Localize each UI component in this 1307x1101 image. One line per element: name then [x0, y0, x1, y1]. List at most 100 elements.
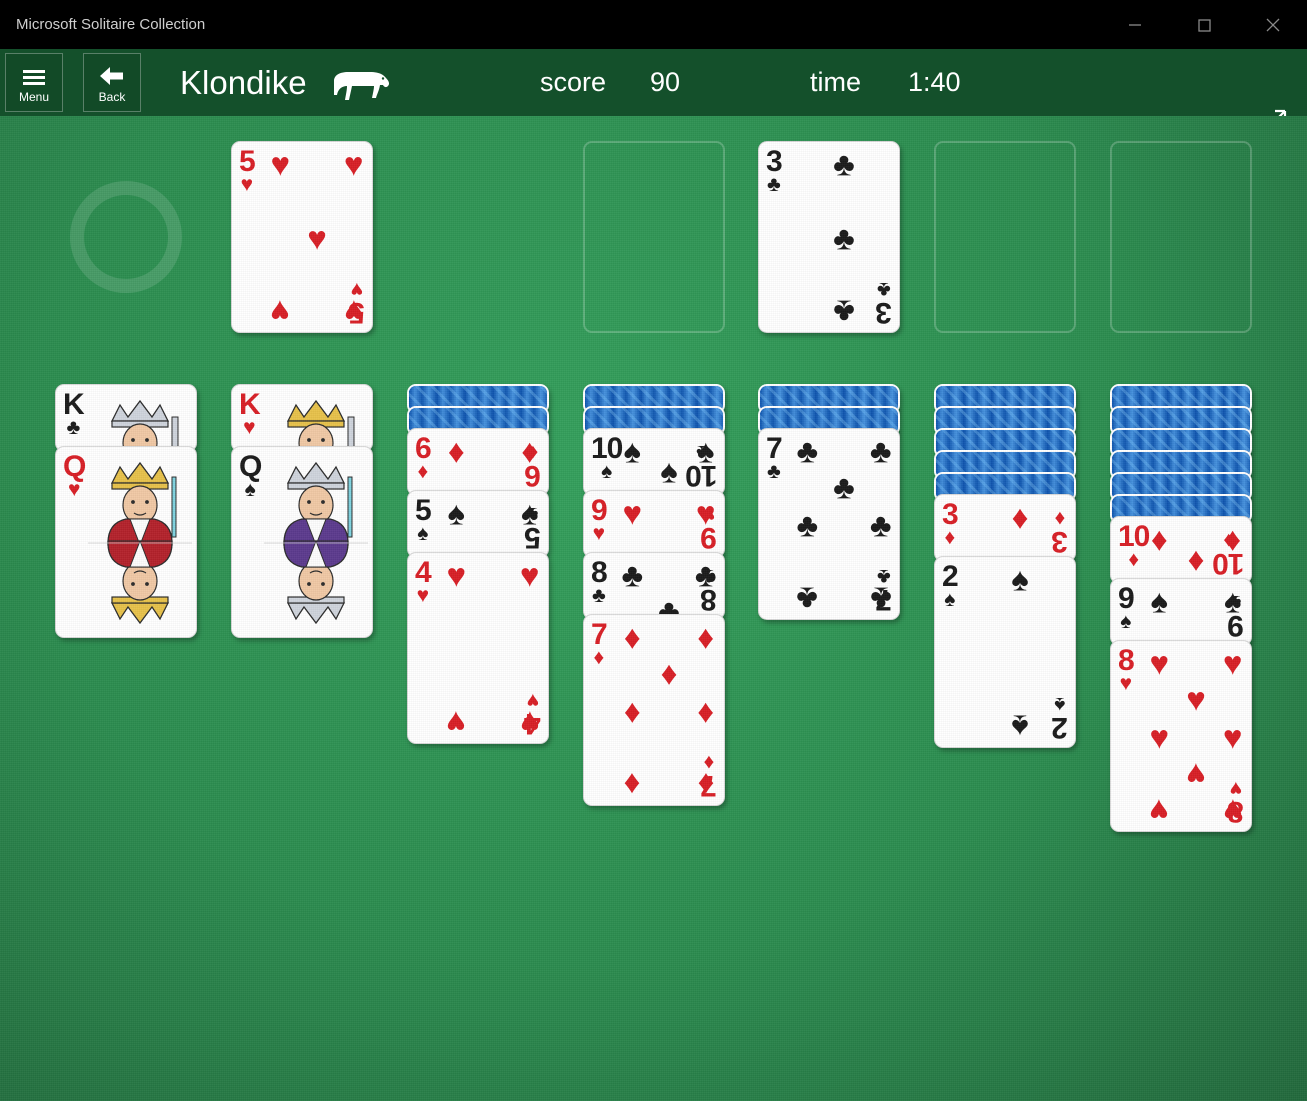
court-card-art — [262, 391, 370, 451]
card-pips: ♦♦♦♦♦♦ — [442, 432, 544, 495]
card-4-hearts[interactable]: 4 ♥ 4 ♥ ♥ ♥ ♥ ♥ — [407, 552, 549, 744]
card-7-diamonds[interactable]: 7 ♦ 7 ♦ ♦ ♦ ♦ ♦ ♦ ♦ ♦ — [583, 614, 725, 806]
card-index-top-left: 5 ♠ — [415, 494, 432, 545]
menu-button-label: Menu — [18, 89, 50, 104]
pip: ♥ — [1222, 718, 1243, 756]
card-2-spades[interactable]: 2 ♠ 2 ♠ ♠ ♠ — [934, 556, 1076, 748]
pip: ♠ — [696, 432, 715, 470]
pip: ♣ — [694, 556, 717, 594]
score-value: 90 — [650, 67, 681, 97]
pip: ♥ — [1186, 680, 1206, 718]
pip: ♥ — [446, 556, 467, 594]
card-q-spades[interactable]: Q♠Q♠ — [231, 446, 373, 638]
card-8-clubs[interactable]: 8♣8♣♣♣♣♣♣♣♣♣ — [583, 552, 725, 620]
card-pips: ♠♠♠♠♠♠♠♠♠ — [1145, 582, 1247, 645]
card-k-hearts[interactable]: K♥K♥ — [231, 384, 373, 452]
solitaire-app-window: Microsoft Solitaire Collection Menu Back… — [0, 0, 1307, 1101]
card-pips: ♥ ♥ ♥ ♥ ♥ ♥ ♥ ♥ — [1145, 644, 1247, 830]
card-index-top-left: Q ♠ — [239, 450, 262, 501]
menu-button[interactable]: Menu — [5, 53, 63, 112]
card-7-clubs[interactable]: 7 ♣ 7 ♣ ♣ ♣ ♣ ♣ ♣ ♣ ♣ — [758, 428, 900, 620]
card-pips: ♠♠♠♠♠♠♠♠♠♠ — [618, 432, 720, 495]
pip: ♥ — [446, 704, 467, 742]
card-10-diamonds[interactable]: 10♦10♦♦♦♦♦♦♦♦♦♦♦ — [1110, 516, 1252, 584]
maximize-button[interactable] — [1169, 0, 1238, 49]
close-button[interactable] — [1238, 0, 1307, 49]
card-3-clubs[interactable]: 3 ♣ 3 ♣ ♣ ♣ ♣ — [758, 141, 900, 333]
pip: ♠ — [1011, 708, 1029, 746]
pip: ♦ — [521, 432, 539, 470]
card-pips: ♥ ♥ ♥ ♥ — [442, 556, 544, 742]
pip: ♣ — [833, 468, 855, 506]
foundation-slot-4[interactable] — [1110, 141, 1252, 333]
card-index-top-left: 7 ♣ — [766, 432, 783, 483]
card-k-clubs[interactable]: K♣K♣ — [55, 384, 197, 452]
maximize-icon — [1197, 18, 1211, 32]
card-10-spades[interactable]: 10♠10♠♠♠♠♠♠♠♠♠♠♠ — [583, 428, 725, 496]
pip: ♦ — [623, 692, 641, 730]
court-card-art — [86, 453, 194, 633]
card-6-diamonds[interactable]: 6♦6♦♦♦♦♦♦♦ — [407, 428, 549, 496]
card-9-spades[interactable]: 9♠9♠♠♠♠♠♠♠♠♠♠ — [1110, 578, 1252, 646]
card-index-top-left: 9 ♥ — [591, 494, 608, 545]
court-card-art — [86, 391, 194, 451]
card-index-top-left: K ♥ — [239, 388, 261, 439]
pip: ♣ — [869, 580, 892, 618]
foundation-slot-3[interactable] — [934, 141, 1076, 333]
card-8-hearts[interactable]: 8 ♥ 8 ♥ ♥ ♥ ♥ ♥ ♥ ♥ ♥ ♥ — [1110, 640, 1252, 832]
card-index-top-left: 3 ♣ — [766, 145, 783, 196]
pip: ♦ — [1011, 498, 1029, 536]
pip: ♣ — [796, 506, 819, 544]
foundation-slot-1[interactable] — [583, 141, 725, 333]
back-button[interactable]: Back — [83, 53, 141, 112]
card-index-top-left: 8 ♥ — [1118, 644, 1135, 695]
pip: ♣ — [869, 432, 892, 470]
card-9-hearts[interactable]: 9♥9♥♥♥♥♥♥♥♥♥♥ — [583, 490, 725, 558]
card-3-diamonds[interactable]: 3♦3♦♦♦♦ — [934, 494, 1076, 562]
stock-pile-empty[interactable] — [70, 181, 182, 293]
pip: ♥ — [622, 494, 643, 532]
close-icon — [1266, 18, 1279, 31]
card-pips: ♥♥♥♥♥♥♥♥♥ — [618, 494, 720, 557]
pip: ♠ — [660, 452, 678, 490]
pip: ♥ — [1186, 756, 1206, 794]
card-index-top-left: Q ♥ — [63, 450, 86, 501]
pip: ♦ — [697, 766, 715, 804]
card-pips: ♠ ♠ — [969, 563, 1071, 746]
score-label: score — [540, 67, 607, 97]
card-pips: ♣♣♣♣♣♣♣♣ — [618, 556, 720, 619]
card-5-hearts[interactable]: 5 ♥ 5 ♥ ♥ ♥ ♥ ♥ ♥ — [231, 141, 373, 333]
pip: ♥ — [1222, 644, 1243, 682]
card-index-top-left: 9 ♠ — [1118, 582, 1135, 633]
pip: ♣ — [796, 432, 819, 470]
back-button-label: Back — [98, 89, 126, 104]
card-pips: ♦♦♦ — [969, 498, 1071, 561]
pip: ♦ — [623, 766, 641, 804]
pip: ♣ — [869, 506, 892, 544]
card-index-top-left: 7 ♦ — [591, 618, 608, 669]
game-table: 5♥5♥♥♥♥♥♥3♣3♣♣♣♣K♣K♣ — [0, 116, 1307, 1101]
card-q-hearts[interactable]: Q♥Q♥ — [55, 446, 197, 638]
pip: ♥ — [1149, 644, 1170, 682]
card-index-top-left: 5 ♥ — [239, 145, 256, 196]
pip: ♥ — [343, 145, 364, 183]
time-value: 1:40 — [908, 67, 961, 97]
card-pips: ♣ ♣ ♣ ♣ ♣ ♣ ♣ — [793, 432, 895, 618]
card-index-top-left: 2 ♠ — [942, 560, 959, 611]
arrow-left-icon — [97, 62, 127, 88]
card-5-spades[interactable]: 5♠5♠♠♠♠♠♠ — [407, 490, 549, 558]
pip: ♥ — [1222, 792, 1243, 830]
pip: ♥ — [519, 556, 540, 594]
pip: ♣ — [833, 293, 855, 331]
minimize-button[interactable] — [1100, 0, 1169, 49]
card-pips: ♠♠♠♠♠ — [442, 497, 544, 557]
pip: ♥ — [270, 145, 291, 183]
window-titlebar: Microsoft Solitaire Collection — [0, 0, 1307, 49]
card-pips: ♦ ♦ ♦ ♦ ♦ ♦ ♦ — [618, 621, 720, 804]
game-header-bar: Menu Back Klondike score 90 time 1:40 — [0, 49, 1307, 139]
pip: ♥ — [1149, 792, 1170, 830]
pip: ♠ — [1223, 582, 1242, 620]
pip: ♦ — [1224, 520, 1242, 558]
hamburger-icon — [23, 62, 45, 88]
pip: ♣ — [833, 145, 855, 183]
